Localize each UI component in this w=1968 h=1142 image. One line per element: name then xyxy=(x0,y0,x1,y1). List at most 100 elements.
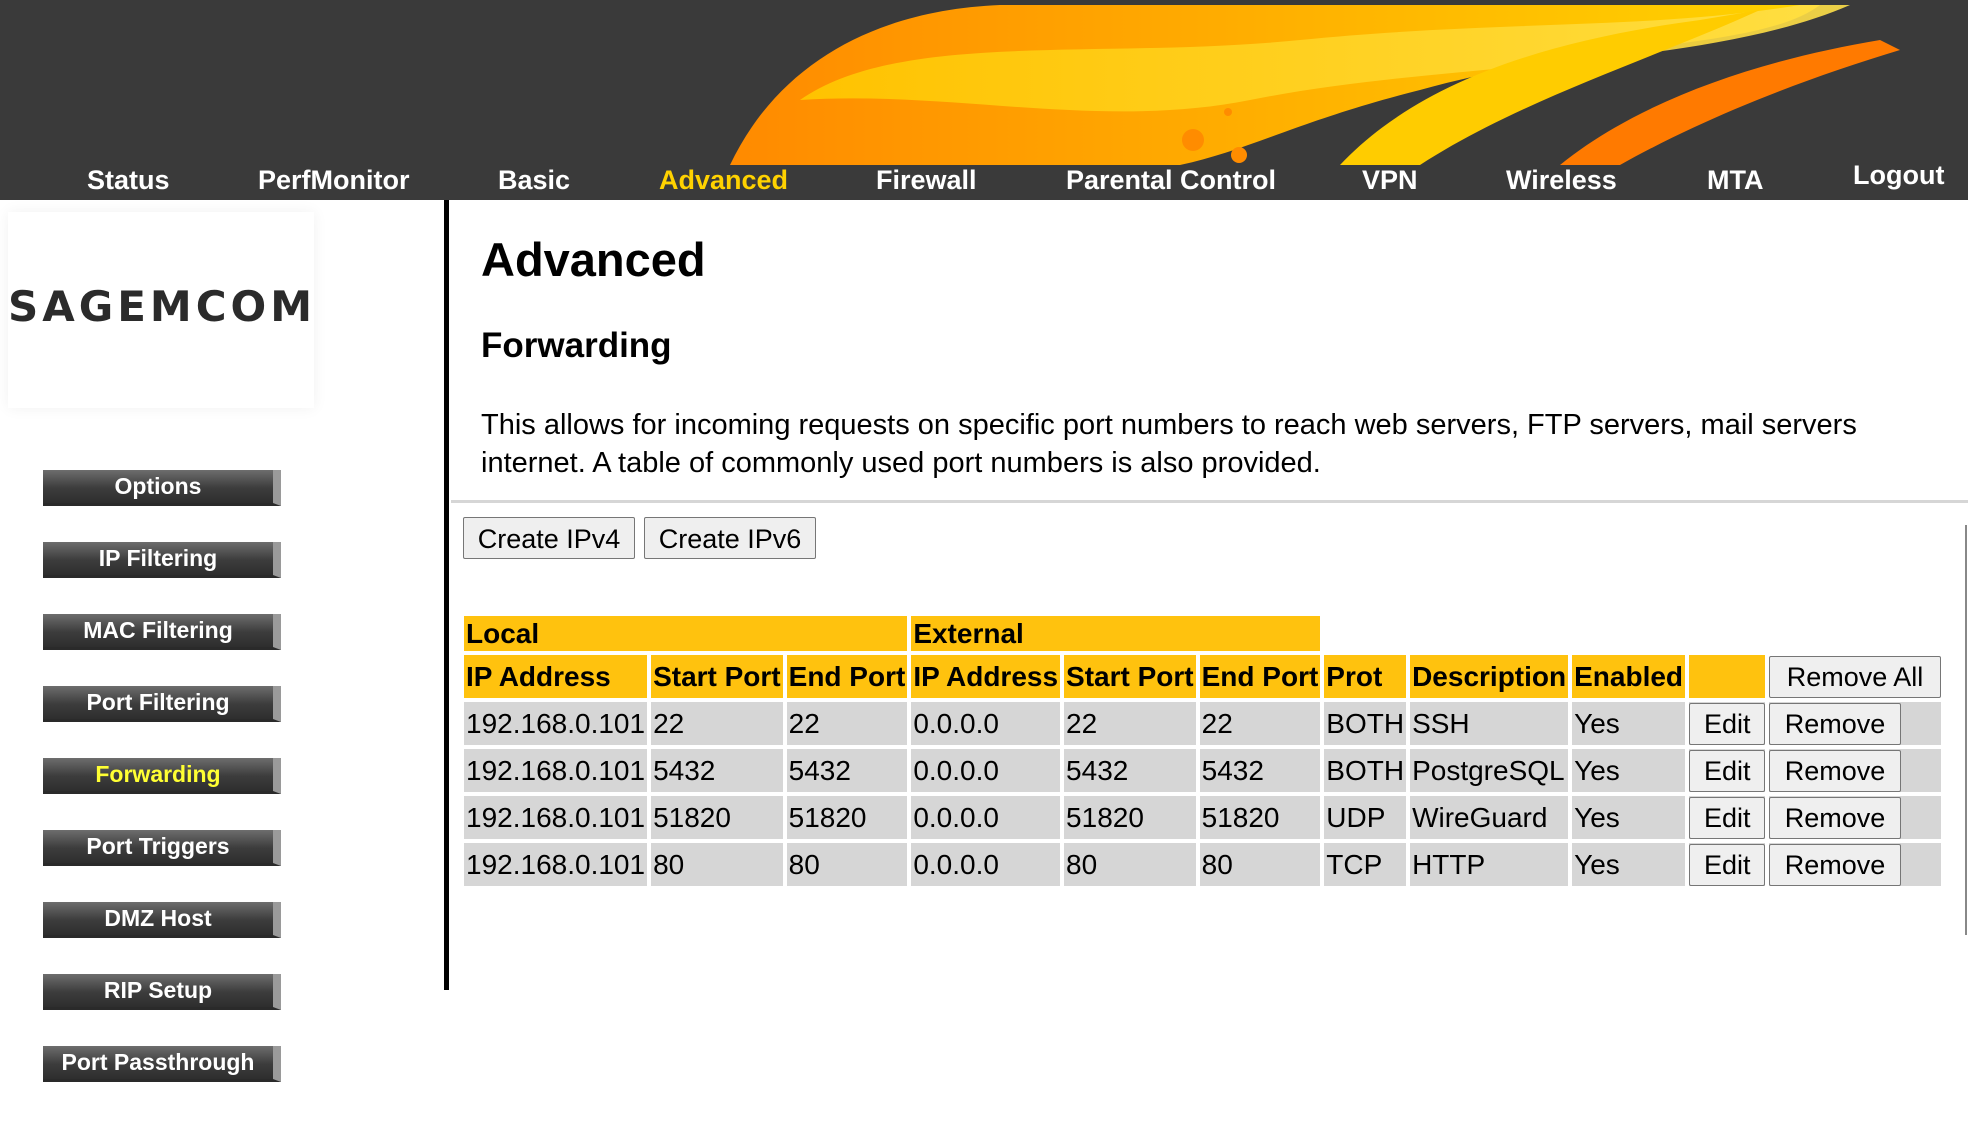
edit-button[interactable]: Edit xyxy=(1689,749,1766,792)
table-row: 192.168.0.101 80 80 0.0.0.0 80 80 TCP HT… xyxy=(464,843,1942,886)
cell-remove: Remove xyxy=(1769,796,1942,839)
cell-external-ip: 0.0.0.0 xyxy=(911,702,1061,745)
remove-button[interactable]: Remove xyxy=(1769,843,1902,886)
cell-protocol: BOTH xyxy=(1324,702,1407,745)
sidebar-item-forwarding[interactable]: Forwarding xyxy=(43,758,281,794)
cell-local-end-port: 22 xyxy=(786,702,908,745)
col-description: Description xyxy=(1410,655,1569,698)
cell-external-ip: 0.0.0.0 xyxy=(911,843,1061,886)
nav-status[interactable]: Status xyxy=(87,160,170,200)
cell-local-start-port: 51820 xyxy=(651,796,783,839)
cell-protocol: BOTH xyxy=(1324,749,1407,792)
remove-button[interactable]: Remove xyxy=(1769,702,1902,745)
section-description: This allows for incoming requests on spe… xyxy=(481,406,1968,482)
table-row: 192.168.0.101 51820 51820 0.0.0.0 51820 … xyxy=(464,796,1942,839)
cell-local-start-port: 22 xyxy=(651,702,783,745)
cell-local-ip: 192.168.0.101 xyxy=(464,796,648,839)
nav-logout[interactable]: Logout xyxy=(1853,155,1944,195)
cell-description: PostgreSQL xyxy=(1410,749,1569,792)
group-local: Local xyxy=(464,616,908,651)
col-local-ip-address: IP Address xyxy=(464,655,648,698)
top-navigation: Status PerfMonitor Basic Advanced Firewa… xyxy=(0,160,1968,200)
cell-enabled: Yes xyxy=(1572,702,1686,745)
cell-local-start-port: 5432 xyxy=(651,749,783,792)
table-row: 192.168.0.101 5432 5432 0.0.0.0 5432 543… xyxy=(464,749,1942,792)
nav-vpn[interactable]: VPN xyxy=(1362,160,1418,200)
cell-local-end-port: 51820 xyxy=(786,796,908,839)
sidebar-item-options[interactable]: Options xyxy=(43,470,281,506)
brand-logo-box: SAGEMCOM xyxy=(8,212,314,408)
cell-remove: Remove xyxy=(1769,843,1942,886)
nav-basic[interactable]: Basic xyxy=(498,160,570,200)
cell-local-ip: 192.168.0.101 xyxy=(464,702,648,745)
page-title: Advanced xyxy=(481,233,706,286)
create-ipv4-button[interactable]: Create IPv4 xyxy=(463,517,635,559)
nav-mta[interactable]: MTA xyxy=(1707,160,1763,200)
cell-local-ip: 192.168.0.101 xyxy=(464,749,648,792)
table-row: 192.168.0.101 22 22 0.0.0.0 22 22 BOTH S… xyxy=(464,702,1942,745)
description-line-2: internet. A table of commonly used port … xyxy=(481,447,1321,479)
section-title: Forwarding xyxy=(481,326,672,365)
col-enabled: Enabled xyxy=(1572,655,1686,698)
cell-local-start-port: 80 xyxy=(651,843,783,886)
cell-enabled: Yes xyxy=(1572,749,1686,792)
nav-firewall[interactable]: Firewall xyxy=(876,160,977,200)
sidebar-item-rip-setup[interactable]: RIP Setup xyxy=(43,974,281,1010)
cell-external-start-port: 5432 xyxy=(1064,749,1196,792)
nav-advanced[interactable]: Advanced xyxy=(659,160,788,200)
sidebar-item-port-filtering[interactable]: Port Filtering xyxy=(43,686,281,722)
create-ipv6-button[interactable]: Create IPv6 xyxy=(644,517,816,559)
sidebar-item-ip-filtering[interactable]: IP Filtering xyxy=(43,542,281,578)
sidebar-item-port-passthrough[interactable]: Port Passthrough xyxy=(43,1046,281,1082)
cell-remove: Remove xyxy=(1769,702,1942,745)
cell-enabled: Yes xyxy=(1572,796,1686,839)
nav-wireless[interactable]: Wireless xyxy=(1506,160,1617,200)
scrollbar-edge[interactable] xyxy=(1965,525,1967,935)
nav-parental-control[interactable]: Parental Control xyxy=(1066,160,1276,200)
cell-external-end-port: 22 xyxy=(1199,702,1321,745)
top-banner: Status PerfMonitor Basic Advanced Firewa… xyxy=(0,0,1968,200)
remove-all-button[interactable]: Remove All xyxy=(1769,655,1942,698)
cell-edit: Edit xyxy=(1689,702,1766,745)
vertical-divider xyxy=(444,200,449,990)
group-external: External xyxy=(911,616,1321,651)
cell-local-ip: 192.168.0.101 xyxy=(464,843,648,886)
table-group-header-row: Local External xyxy=(464,616,1941,651)
cell-enabled: Yes xyxy=(1572,843,1686,886)
edit-button[interactable]: Edit xyxy=(1689,796,1766,839)
cell-local-end-port: 5432 xyxy=(786,749,908,792)
cell-edit: Edit xyxy=(1689,843,1766,886)
col-local-start-port: Start Port xyxy=(651,655,783,698)
sidebar-item-mac-filtering[interactable]: MAC Filtering xyxy=(43,614,281,650)
col-external-start-port: Start Port xyxy=(1064,655,1196,698)
brand-logo: SAGEMCOM xyxy=(8,282,317,331)
col-protocol: Prot xyxy=(1324,655,1407,698)
col-edit-blank xyxy=(1689,655,1766,698)
sidebar-item-port-triggers[interactable]: Port Triggers xyxy=(43,830,281,866)
cell-description: HTTP xyxy=(1410,843,1569,886)
cell-external-start-port: 80 xyxy=(1064,843,1196,886)
cell-local-end-port: 80 xyxy=(786,843,908,886)
col-remove-all: Remove All xyxy=(1769,655,1942,698)
cell-external-end-port: 51820 xyxy=(1199,796,1321,839)
description-line-1: This allows for incoming requests on spe… xyxy=(481,409,1857,441)
cell-protocol: UDP xyxy=(1324,796,1407,839)
cell-external-start-port: 51820 xyxy=(1064,796,1196,839)
table-header-row: IP Address Start Port End Port IP Addres… xyxy=(464,655,1942,698)
group-spacer xyxy=(1324,616,1941,651)
cell-remove: Remove xyxy=(1769,749,1942,792)
sidebar-item-dmz-host[interactable]: DMZ Host xyxy=(43,902,281,938)
cell-external-ip: 0.0.0.0 xyxy=(911,749,1061,792)
cell-external-end-port: 80 xyxy=(1199,843,1321,886)
cell-description: WireGuard xyxy=(1410,796,1569,839)
remove-button[interactable]: Remove xyxy=(1769,749,1902,792)
cell-external-end-port: 5432 xyxy=(1199,749,1321,792)
cell-external-ip: 0.0.0.0 xyxy=(911,796,1061,839)
forwarding-table: Local External IP Address Start Port End… xyxy=(460,612,1945,890)
cell-edit: Edit xyxy=(1689,749,1766,792)
edit-button[interactable]: Edit xyxy=(1689,843,1766,886)
nav-perfmonitor[interactable]: PerfMonitor xyxy=(258,160,410,200)
remove-button[interactable]: Remove xyxy=(1769,796,1902,839)
edit-button[interactable]: Edit xyxy=(1689,702,1766,745)
cell-protocol: TCP xyxy=(1324,843,1407,886)
